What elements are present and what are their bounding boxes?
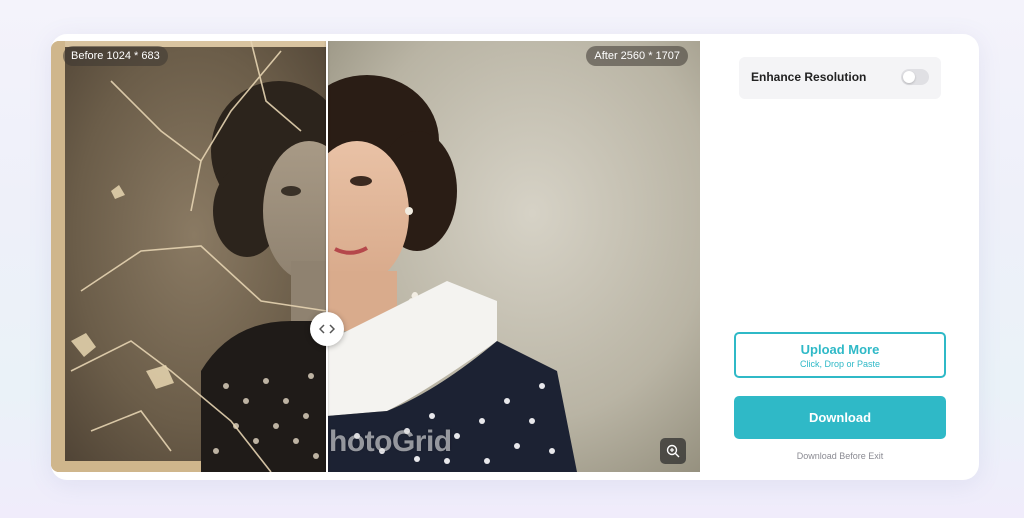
- upload-more-subtitle: Click, Drop or Paste: [799, 359, 881, 369]
- compare-slider-handle[interactable]: [310, 312, 344, 346]
- before-image: Before 1024 * 683: [51, 41, 327, 472]
- before-after-viewer[interactable]: Before 1024 * 683 After 2560 * 1707 hoto…: [51, 41, 700, 472]
- download-hint: Download Before Exit: [796, 451, 884, 461]
- download-button[interactable]: Download: [734, 396, 946, 439]
- toggle-knob: [903, 71, 915, 83]
- after-size-label: After 2560 * 1707: [586, 46, 688, 66]
- zoom-in-icon: [666, 444, 680, 458]
- after-image: After 2560 * 1707: [327, 41, 700, 472]
- enhance-resolution-setting: Enhance Resolution: [739, 57, 941, 99]
- watermark: hotoGrid: [329, 425, 452, 458]
- zoom-in-button[interactable]: [660, 438, 686, 464]
- upload-more-title: Upload More: [800, 342, 880, 357]
- enhance-resolution-label: Enhance Resolution: [751, 70, 867, 84]
- compare-divider[interactable]: [326, 41, 328, 472]
- enhance-resolution-toggle[interactable]: [901, 69, 929, 85]
- upload-more-button[interactable]: Upload More Click, Drop or Paste: [734, 332, 946, 378]
- before-size-label: Before 1024 * 683: [63, 46, 168, 66]
- chevron-left-right-icon: [319, 324, 335, 334]
